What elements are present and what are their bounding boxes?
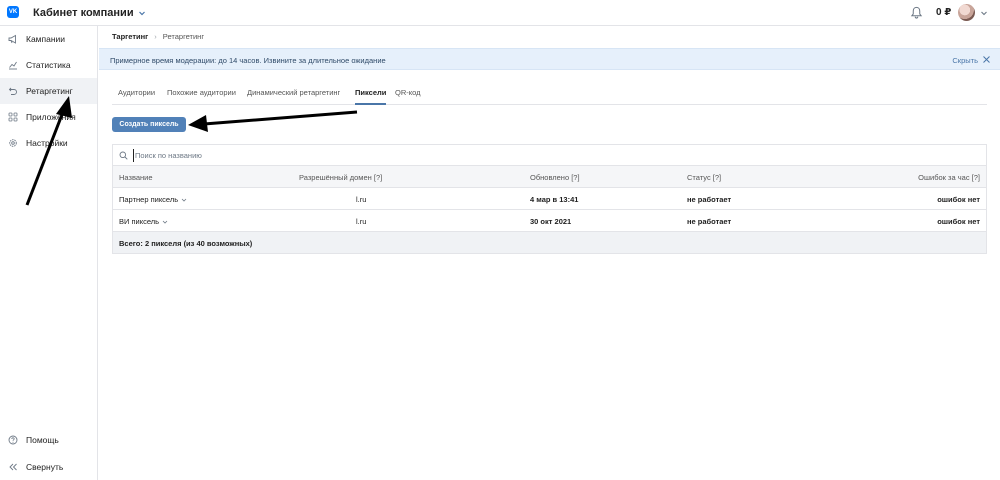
hide-notice-button[interactable]: Скрыть (952, 56, 978, 65)
tab-qr-code[interactable]: QR-код (395, 88, 421, 105)
chevron-down-icon[interactable] (980, 9, 988, 17)
table-row[interactable]: ВИ пиксель l.ru 30 окт 2021 не работает … (113, 210, 986, 232)
table-footer: Всего: 2 пикселя (из 40 возможных) (113, 232, 986, 253)
bell-icon[interactable] (910, 6, 923, 19)
tab-lookalike[interactable]: Похожие аудитории (167, 88, 236, 105)
tab-audiences[interactable]: Аудитории (118, 88, 155, 105)
breadcrumb-targeting[interactable]: Таргетинг (112, 32, 148, 41)
create-pixel-button[interactable]: Создать пиксель (112, 117, 186, 132)
column-header-status[interactable]: Статус [?] (687, 173, 721, 182)
pixel-name-link[interactable]: Партнер пиксель (119, 195, 187, 204)
help-circle-icon (8, 435, 18, 445)
column-header-name[interactable]: Название (119, 173, 153, 182)
chevron-down-icon (181, 198, 187, 202)
retarget-icon (8, 87, 17, 95)
sidebar-item-statistics[interactable]: Статистика (0, 52, 97, 78)
close-icon[interactable] (982, 55, 991, 64)
sidebar-item-label: Приложения (26, 112, 76, 122)
pixel-name: Партнер пиксель (119, 195, 179, 204)
apps-grid-icon (8, 112, 18, 122)
search-icon (119, 151, 128, 160)
collapse-sidebar-button[interactable]: Свернуть (0, 456, 97, 478)
help-label: Помощь (26, 435, 59, 445)
sidebar-item-settings[interactable]: Настройки (0, 130, 97, 156)
column-header-errors[interactable]: Ошибок за час [?] (918, 173, 980, 182)
sidebar-item-label: Кампании (26, 34, 66, 44)
megaphone-icon (8, 34, 16, 44)
moderation-notice: Примерное время модерации: до 14 часов. … (99, 48, 1000, 70)
column-header-updated[interactable]: Обновлено [?] (530, 173, 580, 182)
sidebar: Кампании Статистика Ретаргетинг Приложен… (0, 26, 98, 480)
pixel-domain: l.ru (356, 217, 367, 226)
breadcrumb: Таргетинг › Ретаргетинг (112, 32, 204, 41)
retargeting-tabs: Аудитории Похожие аудитории Динамический… (112, 84, 987, 105)
sidebar-item-campaigns[interactable]: Кампании (0, 26, 97, 52)
pixel-updated: 4 мар в 13:41 (530, 195, 579, 204)
pixel-errors: ошибок нет (937, 217, 980, 226)
pixels-table: Название Разрешённый домен [?] Обновлено… (112, 144, 987, 254)
double-chevron-left-icon (9, 463, 17, 471)
sidebar-item-label: Ретаргетинг (26, 86, 73, 96)
table-row[interactable]: Партнер пиксель l.ru 4 мар в 13:41 не ра… (113, 188, 986, 210)
chart-icon (9, 61, 17, 70)
sidebar-item-label: Настройки (26, 138, 68, 148)
balance[interactable]: 0 ₽ (936, 7, 951, 18)
arrow-to-create-button (188, 110, 358, 132)
help-link[interactable]: Помощь (0, 429, 97, 451)
pixel-errors: ошибок нет (937, 195, 980, 204)
chevron-right-icon: › (154, 32, 157, 41)
notice-text: Примерное время модерации: до 14 часов. … (110, 56, 386, 65)
chevron-down-icon (138, 11, 145, 16)
pixel-name: ВИ пиксель (119, 217, 160, 226)
gear-icon (9, 139, 17, 147)
vk-logo-icon[interactable]: VK (7, 6, 19, 18)
pixel-status: не работает (687, 217, 732, 226)
pixels-total: Всего: 2 пикселя (из 40 возможных) (119, 239, 253, 248)
cabinet-switcher[interactable]: Кабинет компании (33, 7, 146, 19)
search-input[interactable] (133, 149, 733, 162)
sidebar-item-retargeting[interactable]: Ретаргетинг (0, 78, 97, 104)
avatar[interactable] (958, 4, 975, 21)
pixel-updated: 30 окт 2021 (530, 217, 572, 226)
chevron-down-icon (162, 220, 168, 224)
sidebar-item-label: Статистика (26, 60, 71, 70)
search-row (113, 145, 986, 166)
cabinet-title: Кабинет компании (33, 7, 134, 19)
breadcrumb-retargeting: Ретаргетинг (162, 32, 205, 41)
sidebar-item-apps[interactable]: Приложения (0, 104, 97, 130)
tab-dynamic-retargeting[interactable]: Динамический ретаргетинг (247, 88, 340, 105)
tab-pixels[interactable]: Пиксели (355, 88, 387, 105)
pixel-name-link[interactable]: ВИ пиксель (119, 217, 168, 226)
column-header-domain[interactable]: Разрешённый домен [?] (299, 173, 382, 182)
collapse-label: Свернуть (26, 462, 64, 472)
pixel-domain: l.ru (356, 195, 367, 204)
pixel-status: не работает (687, 195, 732, 204)
table-header: Название Разрешённый домен [?] Обновлено… (113, 166, 986, 188)
top-bar: VK Кабинет компании 0 ₽ (0, 0, 1000, 26)
